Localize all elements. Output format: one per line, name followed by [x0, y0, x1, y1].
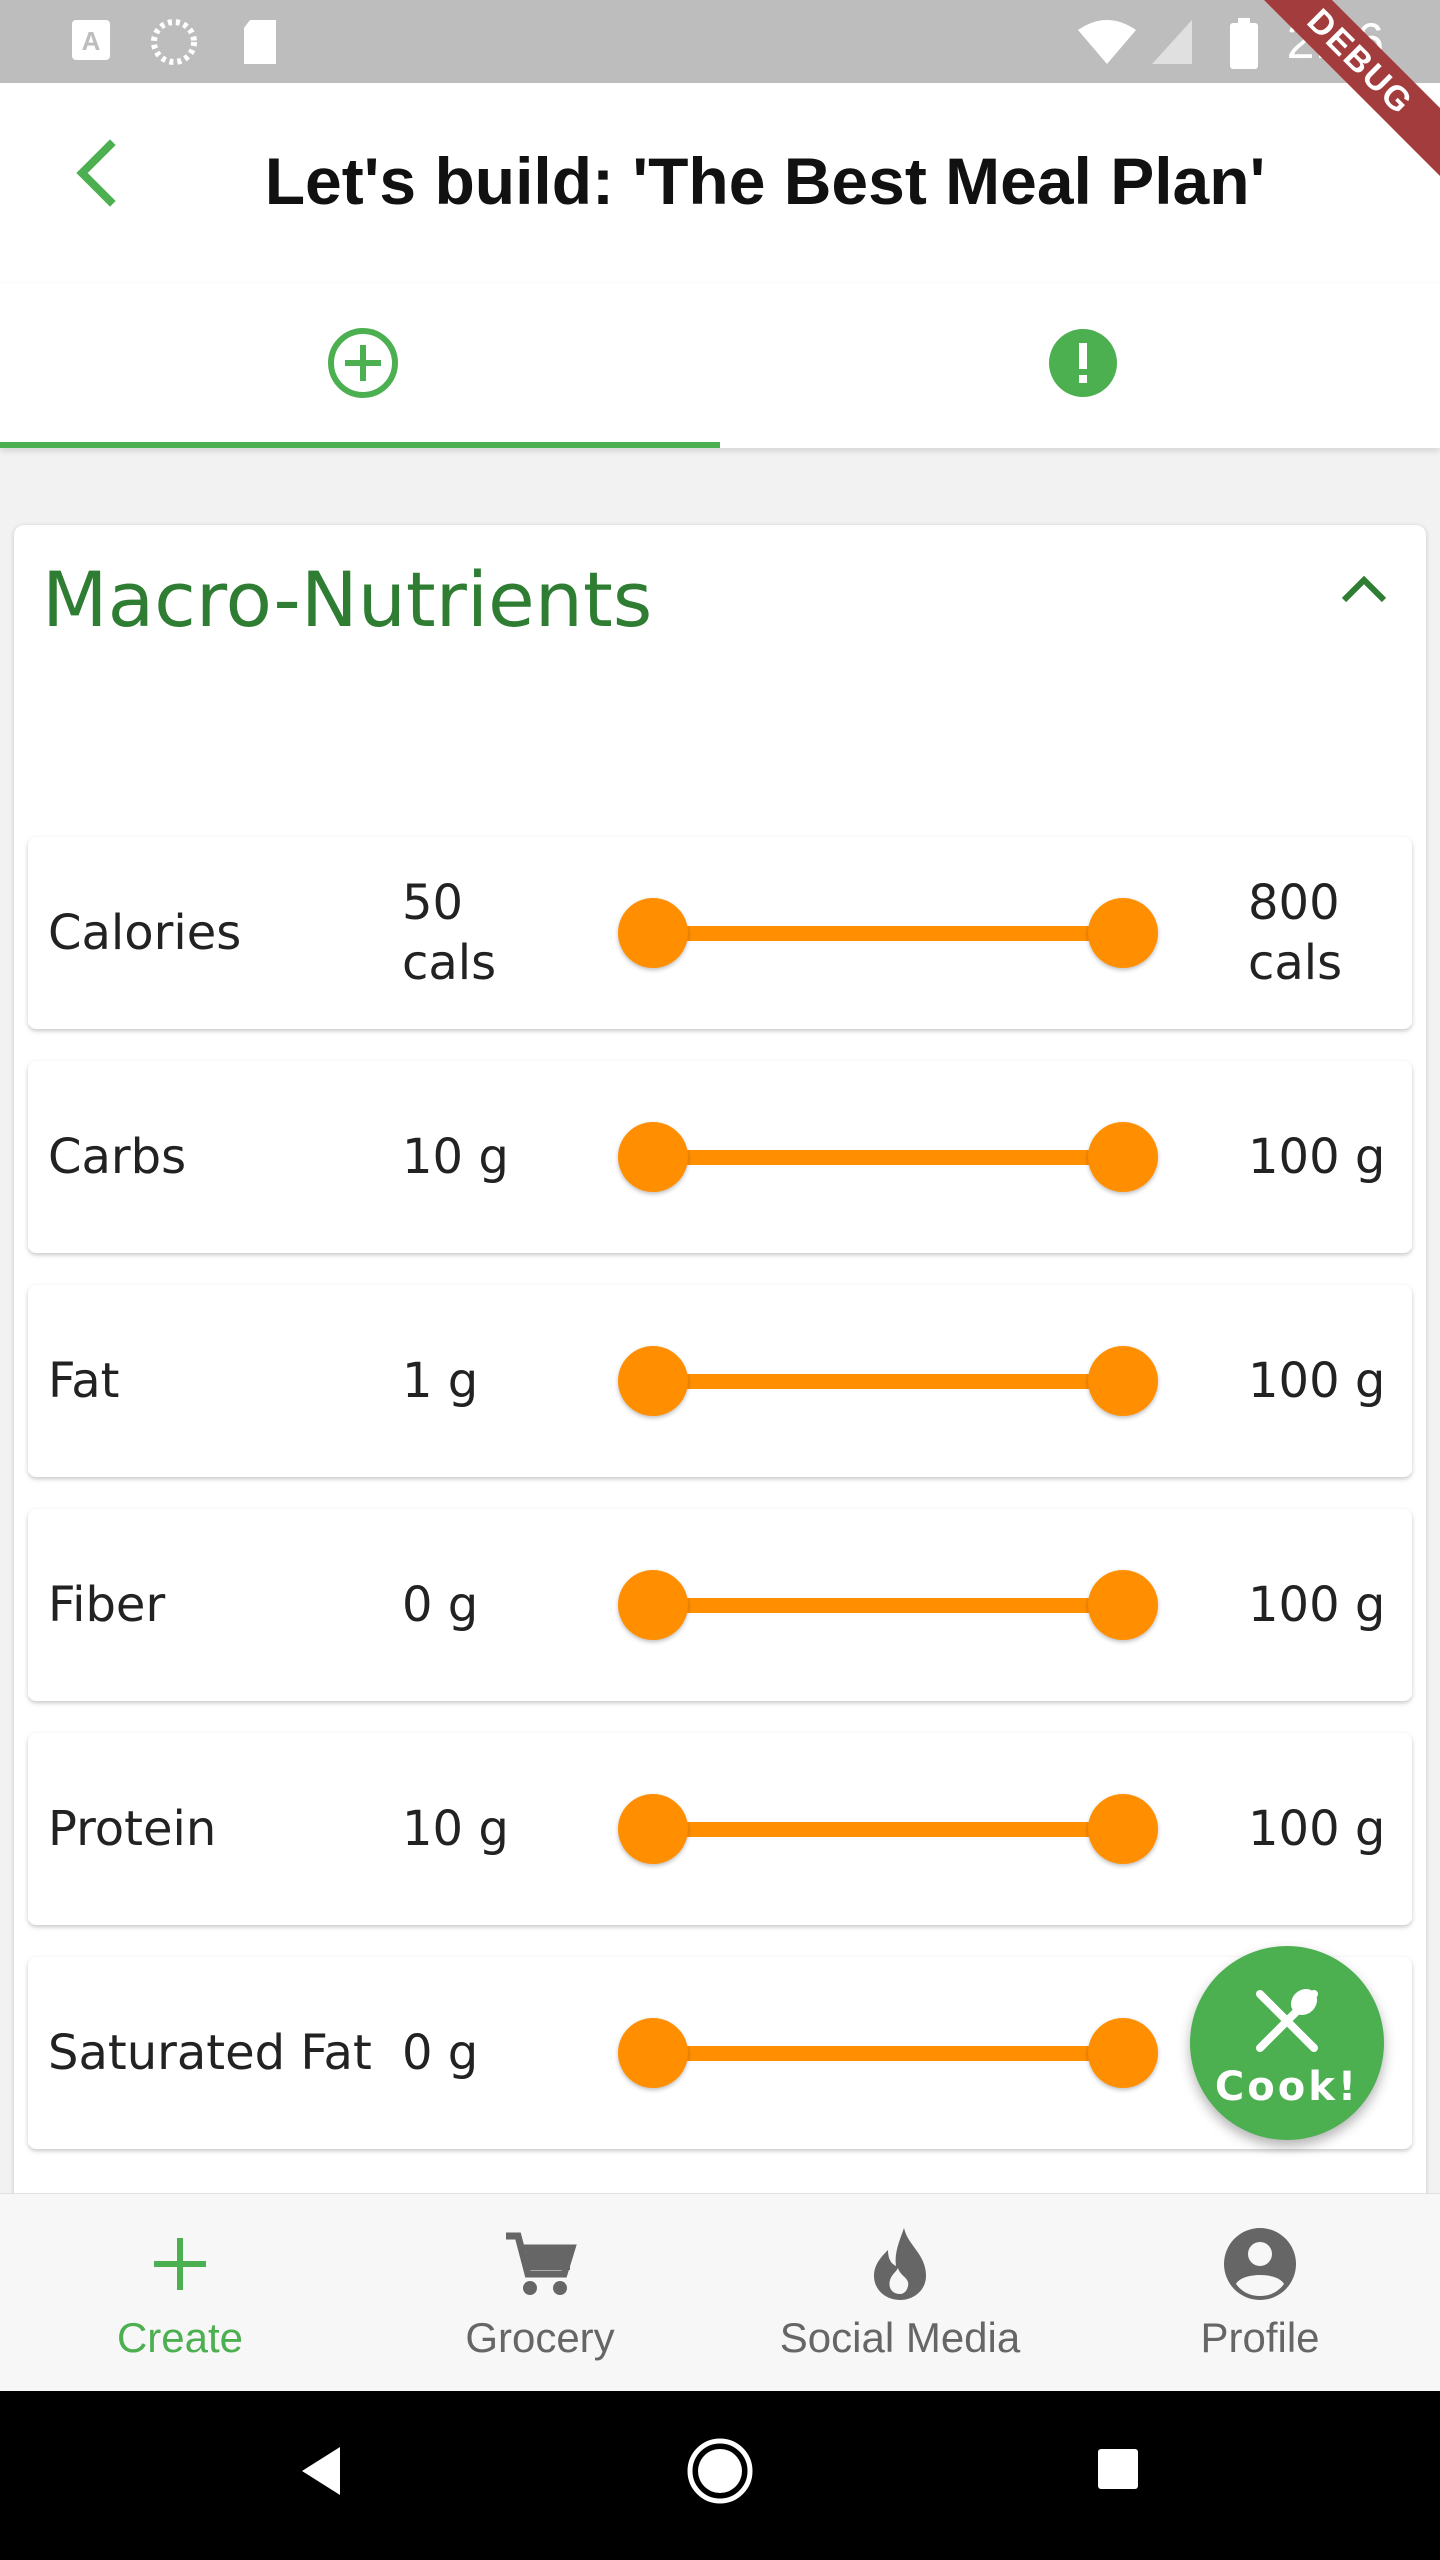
slider-max-thumb[interactable]: [1088, 1122, 1158, 1192]
slider-track[interactable]: [648, 1822, 1128, 1837]
back-button[interactable]: [60, 133, 140, 213]
tab-warnings[interactable]: [720, 283, 1440, 448]
account-circle-icon: [1224, 2228, 1296, 2300]
slider-max-thumb[interactable]: [1088, 2018, 1158, 2088]
chevron-up-icon: [1341, 575, 1387, 603]
nutrient-max-value: 100 g: [1248, 1353, 1386, 1409]
nutrient-min-value: 10 g: [402, 1801, 509, 1857]
nutrient-row: Fiber 0 g 100 g: [28, 1509, 1412, 1701]
slider-max-thumb[interactable]: [1088, 1794, 1158, 1864]
nutrient-label: Calories: [48, 905, 242, 961]
flame-icon: [874, 2228, 926, 2300]
app-bar: Let's build: 'The Best Meal Plan': [0, 83, 1440, 283]
nutrient-max-value: 100 g: [1248, 1801, 1386, 1857]
nav-profile[interactable]: Profile: [1080, 2194, 1440, 2392]
nutrient-max-value: 800 cals: [1248, 875, 1343, 991]
nutrient-label: Saturated Fat: [48, 2025, 372, 2081]
nav-grocery[interactable]: Grocery: [360, 2194, 720, 2392]
nav-social-media[interactable]: Social Media: [720, 2194, 1080, 2392]
slider-min-thumb[interactable]: [618, 2018, 688, 2088]
nutrient-min-value: 10 g: [402, 1129, 509, 1185]
nutrient-min-value: 50 cals: [402, 875, 497, 991]
tab-bar: [0, 283, 1440, 448]
section-title: Macro-Nutrients: [42, 555, 653, 644]
battery-icon: [1230, 18, 1258, 69]
nutrient-min-value: 1 g: [402, 1353, 479, 1409]
collapse-button[interactable]: [1334, 570, 1394, 615]
slider-min-thumb[interactable]: [618, 1122, 688, 1192]
nav-label: Social Media: [779, 2314, 1021, 2361]
debug-banner-container: DEBUG: [1260, 0, 1440, 200]
plus-icon: [154, 2238, 206, 2290]
alert-icon: [1049, 329, 1117, 397]
range-slider[interactable]: [618, 1570, 1158, 1640]
nutrient-row: Fat 1 g 100 g: [28, 1285, 1412, 1477]
nav-label: Profile: [1200, 2314, 1320, 2361]
wifi-icon: [1078, 20, 1136, 64]
range-slider[interactable]: [618, 2018, 1158, 2088]
status-bar: A 2:26: [0, 0, 1440, 83]
range-slider[interactable]: [618, 1122, 1158, 1192]
add-circle-icon: [328, 328, 398, 398]
nutrient-label: Fat: [48, 1353, 120, 1409]
a-notification-icon: A: [72, 20, 110, 60]
system-back-icon[interactable]: [296, 2441, 346, 2501]
signal-icon: [1152, 20, 1192, 64]
nutrient-row: Carbs 10 g 100 g: [28, 1061, 1412, 1253]
range-slider[interactable]: [618, 1794, 1158, 1864]
range-slider[interactable]: [618, 898, 1158, 968]
tab-create[interactable]: [0, 283, 720, 448]
loading-icon: [151, 19, 197, 65]
nutrient-label: Carbs: [48, 1129, 187, 1185]
sd-card-icon: [244, 20, 276, 64]
slider-min-thumb[interactable]: [618, 1794, 688, 1864]
back-arrow-icon: [76, 139, 116, 207]
slider-track[interactable]: [648, 2046, 1128, 2061]
nutrient-max-value: 100 g: [1248, 1577, 1386, 1633]
slider-track[interactable]: [648, 1374, 1128, 1389]
nav-label: Create: [116, 2314, 244, 2361]
nav-create[interactable]: Create: [0, 2194, 360, 2392]
nutrient-row: Protein 10 g 100 g: [28, 1733, 1412, 1925]
nutrient-min-value: 0 g: [402, 1577, 479, 1633]
nutrient-label: Fiber: [48, 1577, 166, 1633]
system-recents-icon[interactable]: [1096, 2447, 1140, 2491]
slider-max-thumb[interactable]: [1088, 898, 1158, 968]
system-navigation-bar: [0, 2391, 1440, 2560]
utensils-icon: [1256, 1988, 1318, 2052]
cook-button[interactable]: Cook!: [1190, 1946, 1384, 2140]
svg-text:A: A: [82, 26, 101, 56]
bottom-navigation: Create Grocery Social Media Profile: [0, 2193, 1440, 2392]
slider-min-thumb[interactable]: [618, 1570, 688, 1640]
slider-min-thumb[interactable]: [618, 1346, 688, 1416]
slider-max-thumb[interactable]: [1088, 1570, 1158, 1640]
slider-track[interactable]: [648, 1150, 1128, 1165]
slider-max-thumb[interactable]: [1088, 1346, 1158, 1416]
slider-track[interactable]: [648, 926, 1128, 941]
slider-track[interactable]: [648, 1598, 1128, 1613]
cart-icon: [506, 2232, 577, 2295]
tab-indicator: [0, 442, 720, 448]
range-slider[interactable]: [618, 1346, 1158, 1416]
slider-min-thumb[interactable]: [618, 898, 688, 968]
cook-label: Cook!: [1214, 2064, 1360, 2110]
nutrient-max-value: 100 g: [1248, 1129, 1386, 1185]
debug-banner: DEBUG: [1260, 0, 1440, 186]
nav-label: Grocery: [465, 2314, 615, 2361]
nutrient-label: Protein: [48, 1801, 217, 1857]
nutrient-min-value: 0 g: [402, 2025, 479, 2081]
system-home-icon[interactable]: [686, 2437, 754, 2505]
nutrient-row: Calories 50 cals 800 cals: [28, 837, 1412, 1029]
page-title: Let's build: 'The Best Meal Plan': [264, 144, 1266, 218]
